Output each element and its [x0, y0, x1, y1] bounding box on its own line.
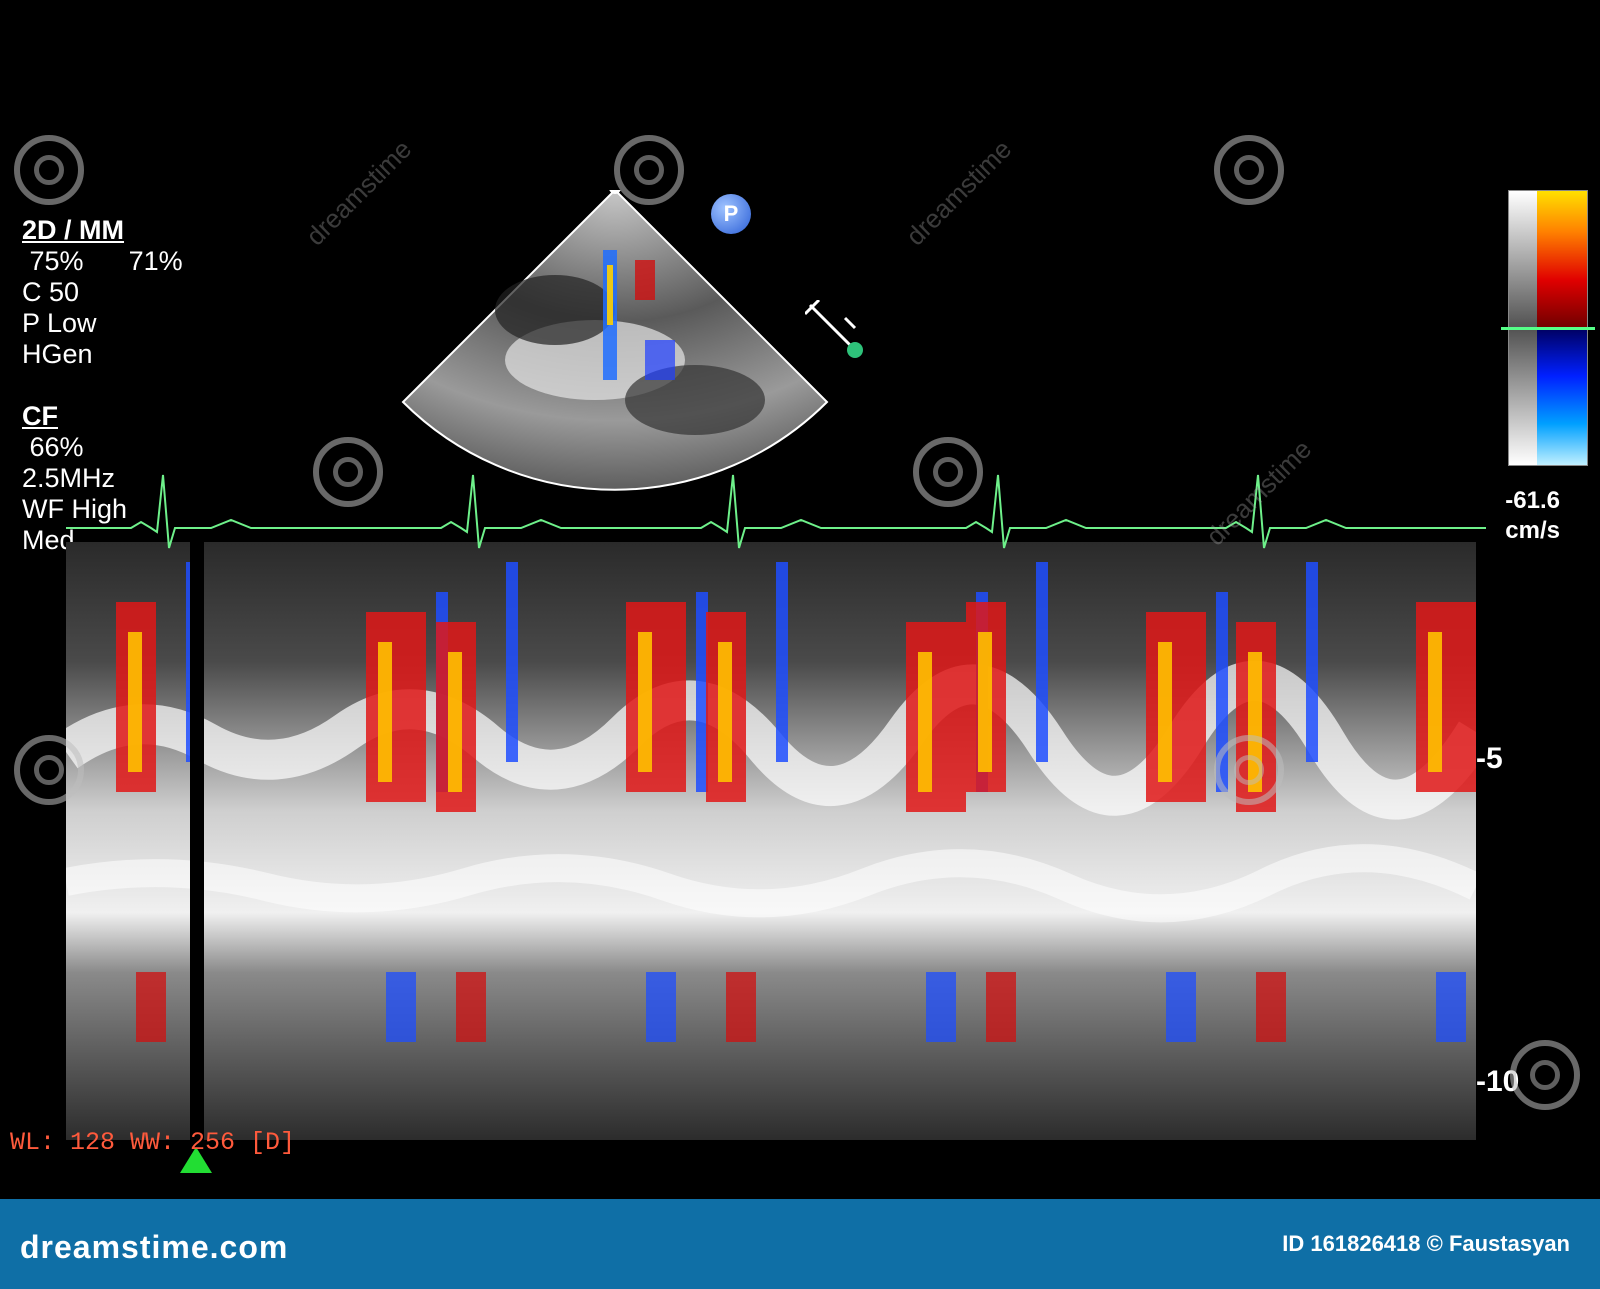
flow-jet-core: [378, 642, 392, 782]
flow-speckle: [986, 972, 1016, 1042]
watermark-logo-icon: [614, 135, 684, 205]
watermark-text: dreamstime: [900, 133, 1018, 252]
flow-jet-core: [128, 632, 142, 772]
watermark-logo-icon: [14, 135, 84, 205]
cf-gain: 66%: [29, 432, 84, 462]
velocity-scale-label: -61.6 cm/s: [1505, 486, 1560, 546]
flow-jet-core: [638, 632, 652, 772]
watermark-logo-icon: [1510, 1040, 1580, 1110]
flow-speckle: [456, 972, 486, 1042]
m-mode-image: [66, 542, 1476, 1140]
flow-jet-blue: [506, 562, 518, 762]
velocity-scale-value: -61.6: [1505, 487, 1560, 514]
flow-speckle: [1166, 972, 1196, 1042]
mode-header: 2D / MM: [22, 215, 125, 245]
flow-speckle: [1436, 972, 1466, 1042]
flow-jet-red: [366, 612, 426, 802]
frequency-mode-value: HGen: [22, 339, 93, 369]
flow-speckle: [136, 972, 166, 1042]
flow-jet-core: [978, 632, 992, 772]
flow-speckle: [1256, 972, 1286, 1042]
flow-jet-blue: [1306, 562, 1318, 762]
sector-image: [401, 190, 829, 491]
watermark-logo-icon: [313, 437, 383, 507]
ultrasound-screen: P 2D / MM 75% 71% C 50 P Low HGen CF 66%…: [0, 0, 1600, 1199]
cf-header: CF: [22, 401, 58, 431]
flow-jet-core: [448, 652, 462, 792]
flow-speckle: [726, 972, 756, 1042]
flow-jet-red: [1146, 612, 1206, 802]
m-mode-panel: [66, 542, 1476, 1140]
window-level-text: WL: 128 WW: 256 [D]: [10, 1128, 296, 1157]
velocity-scale-unit: cm/s: [1505, 517, 1560, 544]
flow-jet-blue: [1036, 562, 1048, 762]
footer-credit: ID 161826418 © Faustasyan: [1282, 1231, 1570, 1256]
flow-speckle: [646, 972, 676, 1042]
watermark-logo-icon: [1214, 135, 1284, 205]
depth-mark-5: -5: [1476, 742, 1503, 775]
orientation-marker-icon: [805, 300, 863, 358]
flow-speckle: [926, 972, 956, 1042]
watermark-logo-icon: [14, 735, 84, 805]
gain-mm: 71%: [128, 246, 183, 276]
watermark-logo-icon: [913, 437, 983, 507]
flow-jet-core: [1428, 632, 1442, 772]
velocity-color-bar: [1501, 190, 1595, 466]
compression-value: C 50: [22, 277, 80, 307]
footer-bar: dreamstime.com ID 161826418 © Faustasyan: [0, 1199, 1600, 1289]
watermark-logo-icon: [1214, 735, 1284, 805]
flow-jet-core: [918, 652, 932, 792]
flow-jet-core: [1158, 642, 1172, 782]
flow-speckle: [386, 972, 416, 1042]
footer-brand[interactable]: dreamstime.com: [20, 1229, 288, 1266]
flow-jet-red: [626, 602, 686, 792]
mode-parameters: 2D / MM 75% 71% C 50 P Low HGen: [22, 215, 183, 370]
probe-position-badge: P: [711, 194, 751, 234]
flow-jet-red: [1416, 602, 1476, 792]
flow-jet-red: [906, 622, 966, 812]
flow-jet-blue: [776, 562, 788, 762]
gain-2d: 75%: [29, 246, 84, 276]
power-value: P Low: [22, 308, 97, 338]
gain-row: 75% 71%: [22, 246, 183, 277]
flow-jet-core: [718, 642, 732, 782]
